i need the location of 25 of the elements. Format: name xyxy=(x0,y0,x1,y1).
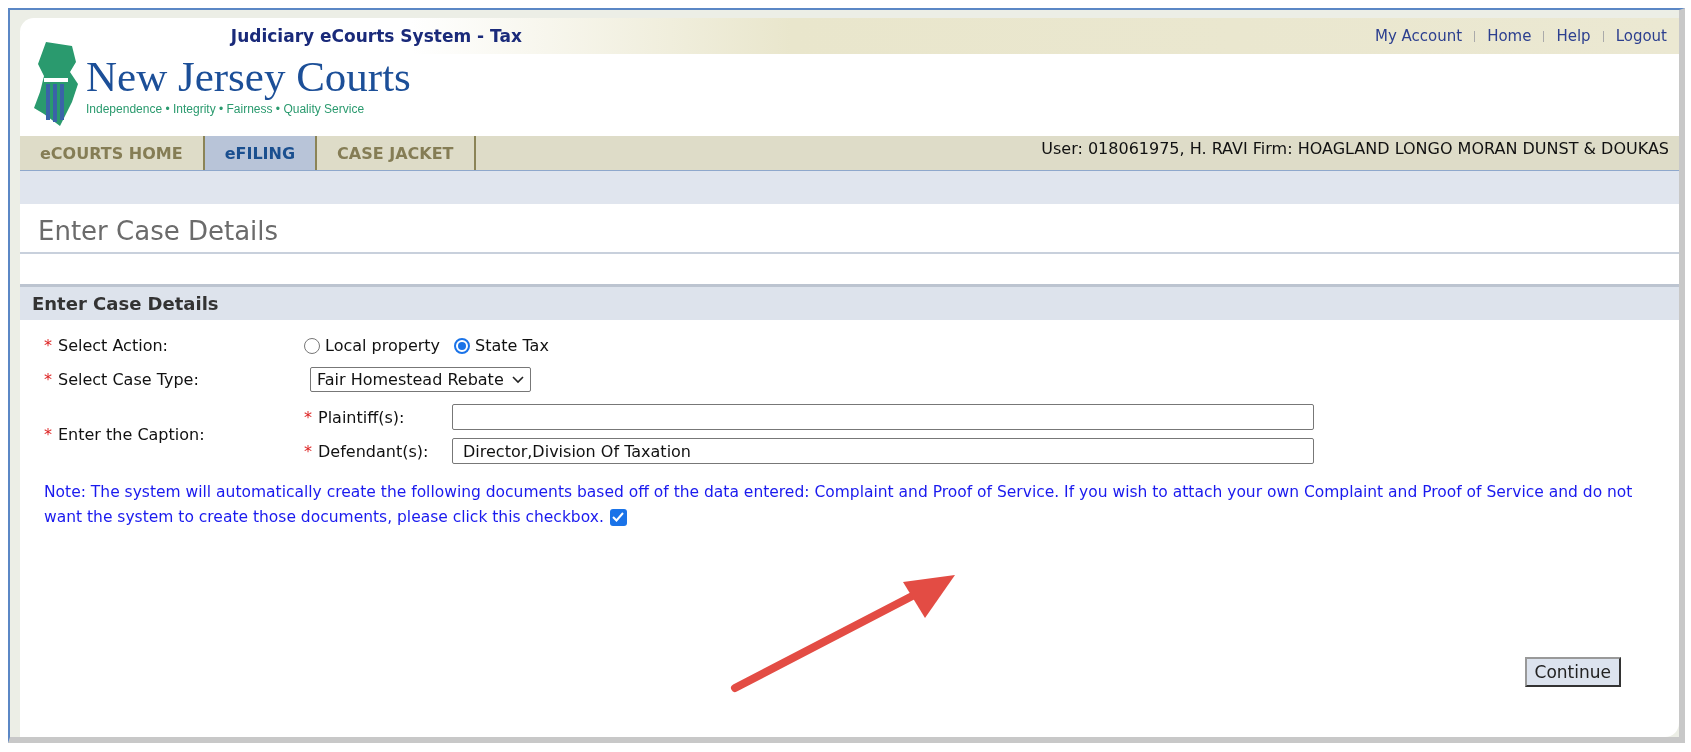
continue-button[interactable]: Continue xyxy=(1524,657,1621,687)
case-type-dropdown[interactable]: Fair Homestead Rebate xyxy=(310,367,531,392)
input-field[interactable]: Director,Division Of Taxation xyxy=(452,438,1314,464)
field-label: * Select Case Type: xyxy=(44,370,200,389)
field-label: * Select Action: xyxy=(44,336,169,355)
logo-tagline: Independence • Integrity • Fairness • Quality Service xyxy=(86,101,366,116)
header-link[interactable]: Logout xyxy=(1603,27,1679,45)
checkbox[interactable] xyxy=(609,508,627,526)
radio-option[interactable]: Local property xyxy=(304,336,441,355)
header-link[interactable]: Help xyxy=(1544,27,1603,45)
field-label: * Enter the Caption: xyxy=(44,424,206,444)
logo-name: New Jersey Courts xyxy=(86,54,411,98)
header-link[interactable]: Home xyxy=(1475,27,1544,45)
nav-tab[interactable]: eFILING xyxy=(204,136,318,170)
user-info: User: 018061975, H. RAVI Firm: HOAGLAND LONGO MORAN DUNST & DOUKAS xyxy=(1041,138,1670,158)
page-title: Enter Case Details xyxy=(20,204,1679,254)
chevron-down-icon xyxy=(511,375,524,384)
header-link[interactable]: My Account xyxy=(1363,27,1475,45)
radio-option[interactable]: State Tax xyxy=(454,336,549,355)
input-field[interactable] xyxy=(452,404,1314,430)
field-label: * Defendant(s): xyxy=(304,441,430,461)
note-text: Note: The system will automatically create the following documents based off of the data entered: Complaint and Proof of Service. If you wish to attach your own Complaint and Proof of Service and do not want the system to create those documents, please click this checkbox. xyxy=(44,482,1634,528)
system-title: Judiciary eCourts System - Tax xyxy=(230,26,522,46)
section-header: Enter Case Details xyxy=(20,287,1679,320)
field-label: * Plaintiff(s): xyxy=(304,407,406,427)
